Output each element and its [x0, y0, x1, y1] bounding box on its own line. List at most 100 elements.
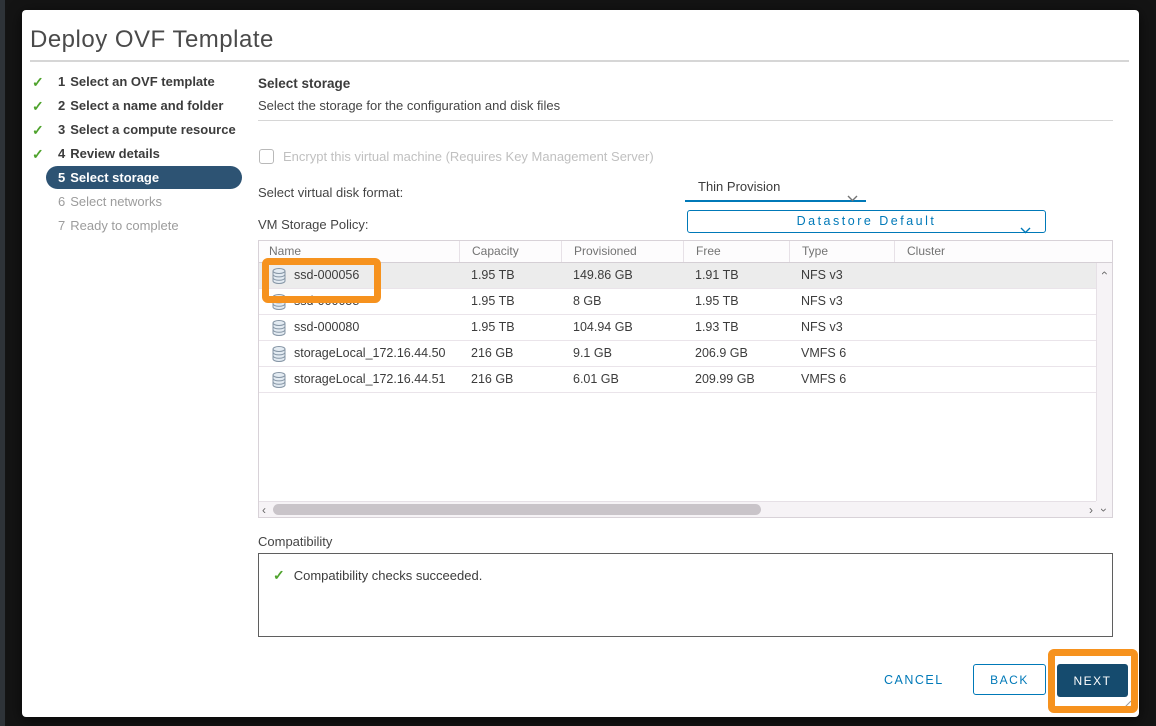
datastore-row-ssd-000080[interactable]: ssd-000080 1.95 TB 104.94 GB 1.93 TB NFS…: [259, 315, 1096, 341]
step-number: 5: [58, 170, 65, 185]
background-edge: [0, 0, 5, 726]
storage-policy-select[interactable]: Datastore Default: [687, 210, 1046, 233]
back-button[interactable]: BACK: [973, 664, 1046, 695]
check-icon: ✓: [32, 70, 50, 94]
scroll-left-icon[interactable]: ‹: [262, 503, 266, 517]
wizard-step-5-active[interactable]: 5 Select storage: [30, 166, 258, 190]
panel-subheading: Select the storage for the configuration…: [258, 98, 560, 113]
wizard-step-1[interactable]: ✓ 1 Select an OVF template: [30, 70, 258, 94]
panel-divider: [258, 120, 1113, 121]
datastore-type: NFS v3: [789, 263, 894, 288]
cancel-button[interactable]: CANCEL: [884, 673, 944, 687]
check-icon: ✓: [32, 118, 50, 142]
datastore-provisioned: 8 GB: [561, 289, 683, 314]
step-number: 1: [58, 74, 65, 89]
column-header-capacity[interactable]: Capacity: [459, 241, 561, 262]
storage-policy-label: VM Storage Policy:: [258, 217, 369, 232]
wizard-step-3[interactable]: ✓ 3 Select a compute resource: [30, 118, 258, 142]
success-check-icon: ✓: [273, 567, 285, 584]
column-header-name[interactable]: Name: [259, 241, 459, 262]
step-label: Select a compute resource: [70, 122, 235, 137]
compatibility-label: Compatibility: [258, 534, 332, 549]
datastore-cluster: [894, 263, 1096, 288]
datastore-table-body: ssd-000056 1.95 TB 149.86 GB 1.91 TB NFS…: [259, 263, 1096, 501]
datastore-name: ssd-000058: [294, 289, 359, 314]
datastore-icon: [272, 372, 286, 388]
datastore-cluster: [894, 367, 1096, 392]
step-number: 2: [58, 98, 65, 113]
wizard-step-4[interactable]: ✓ 4Review details: [30, 142, 258, 166]
encrypt-vm-row: Encrypt this virtual machine (Requires K…: [259, 149, 654, 164]
datastore-provisioned: 9.1 GB: [561, 341, 683, 366]
step-label: Select a name and folder: [70, 98, 223, 113]
datastore-type: NFS v3: [789, 315, 894, 340]
datastore-type: VMFS 6: [789, 341, 894, 366]
step-label: Review details: [70, 146, 160, 161]
disk-format-value: Thin Provision: [698, 179, 780, 194]
datastore-icon: [272, 294, 286, 310]
chevron-down-icon: [847, 185, 858, 211]
datastore-free: 1.95 TB: [683, 289, 789, 314]
disk-format-select[interactable]: Thin Provision: [685, 174, 866, 202]
datastore-capacity: 216 GB: [459, 367, 561, 392]
datastore-capacity: 1.95 TB: [459, 315, 561, 340]
column-header-cluster[interactable]: Cluster: [894, 241, 1112, 262]
datastore-row-storageLocal-51[interactable]: storageLocal_172.16.44.51 216 GB 6.01 GB…: [259, 367, 1096, 393]
disk-format-label: Select virtual disk format:: [258, 185, 403, 200]
datastore-cluster: [894, 289, 1096, 314]
datastore-provisioned: 149.86 GB: [561, 263, 683, 288]
datastore-row-storageLocal-50[interactable]: storageLocal_172.16.44.50 216 GB 9.1 GB …: [259, 341, 1096, 367]
datastore-capacity: 216 GB: [459, 341, 561, 366]
datastore-cluster: [894, 315, 1096, 340]
panel-heading: Select storage: [258, 76, 350, 91]
datastore-name: ssd-000056: [294, 263, 359, 288]
datastore-type: NFS v3: [789, 289, 894, 314]
storage-policy-value: Datastore Default: [797, 214, 937, 228]
vertical-scrollbar[interactable]: ‹: [1096, 263, 1112, 501]
step-label: Ready to complete: [70, 218, 178, 233]
chevron-down-icon: [1020, 220, 1031, 241]
step-label: Select an OVF template: [70, 74, 215, 89]
step-number: 7: [58, 218, 65, 233]
encrypt-checkbox-label: Encrypt this virtual machine (Requires K…: [283, 149, 654, 164]
horizontal-scrollbar[interactable]: ‹ ›: [259, 501, 1096, 517]
scroll-down-icon[interactable]: ›: [1097, 508, 1111, 512]
datastore-capacity: 1.95 TB: [459, 289, 561, 314]
step-label: Select storage: [70, 170, 159, 185]
datastore-free: 209.99 GB: [683, 367, 789, 392]
datastore-type: VMFS 6: [789, 367, 894, 392]
datastore-provisioned: 6.01 GB: [561, 367, 683, 392]
scroll-right-icon[interactable]: ›: [1089, 503, 1093, 517]
column-header-type[interactable]: Type: [789, 241, 894, 262]
datastore-name: storageLocal_172.16.44.51: [294, 367, 446, 392]
datastore-row-ssd-000056[interactable]: ssd-000056 1.95 TB 149.86 GB 1.91 TB NFS…: [259, 263, 1096, 289]
datastore-icon: [272, 268, 286, 284]
resize-grip[interactable]: [1117, 698, 1132, 713]
column-header-provisioned[interactable]: Provisioned: [561, 241, 683, 262]
step-number: 6: [58, 194, 65, 209]
datastore-name: ssd-000080: [294, 315, 359, 340]
scroll-up-icon[interactable]: ‹: [1098, 271, 1112, 275]
datastore-name: storageLocal_172.16.44.50: [294, 341, 446, 366]
wizard-step-7: 7 Ready to complete: [30, 214, 258, 238]
datastore-row-ssd-000058[interactable]: ssd-000058 1.95 TB 8 GB 1.95 TB NFS v3: [259, 289, 1096, 315]
datastore-free: 1.93 TB: [683, 315, 789, 340]
datastore-icon: [272, 320, 286, 336]
wizard-step-list: ✓ 1 Select an OVF template ✓ 2 Select a na…: [30, 70, 258, 238]
datastore-provisioned: 104.94 GB: [561, 315, 683, 340]
wizard-step-2[interactable]: ✓ 2Select a name and folder: [30, 94, 258, 118]
horizontal-scrollbar-thumb[interactable]: [273, 504, 761, 515]
datastore-table-header: Name Capacity Provisioned Free Type Clus…: [259, 241, 1112, 263]
step-number: 4: [58, 146, 65, 161]
compatibility-message: Compatibility checks succeeded.: [294, 568, 483, 583]
step-number: 3: [58, 122, 65, 137]
column-header-free[interactable]: Free: [683, 241, 789, 262]
dialog-title: Deploy OVF Template: [30, 26, 274, 54]
scrollbar-corner[interactable]: ›: [1096, 501, 1112, 517]
next-button[interactable]: NEXT: [1057, 664, 1128, 697]
title-divider: [30, 60, 1129, 62]
wizard-step-6: 6Select networks: [30, 190, 258, 214]
datastore-capacity: 1.95 TB: [459, 263, 561, 288]
deploy-ovf-template-dialog: Deploy OVF Template ✓ 1 Select an OVF tem…: [22, 10, 1139, 717]
encrypt-checkbox[interactable]: [259, 149, 274, 164]
